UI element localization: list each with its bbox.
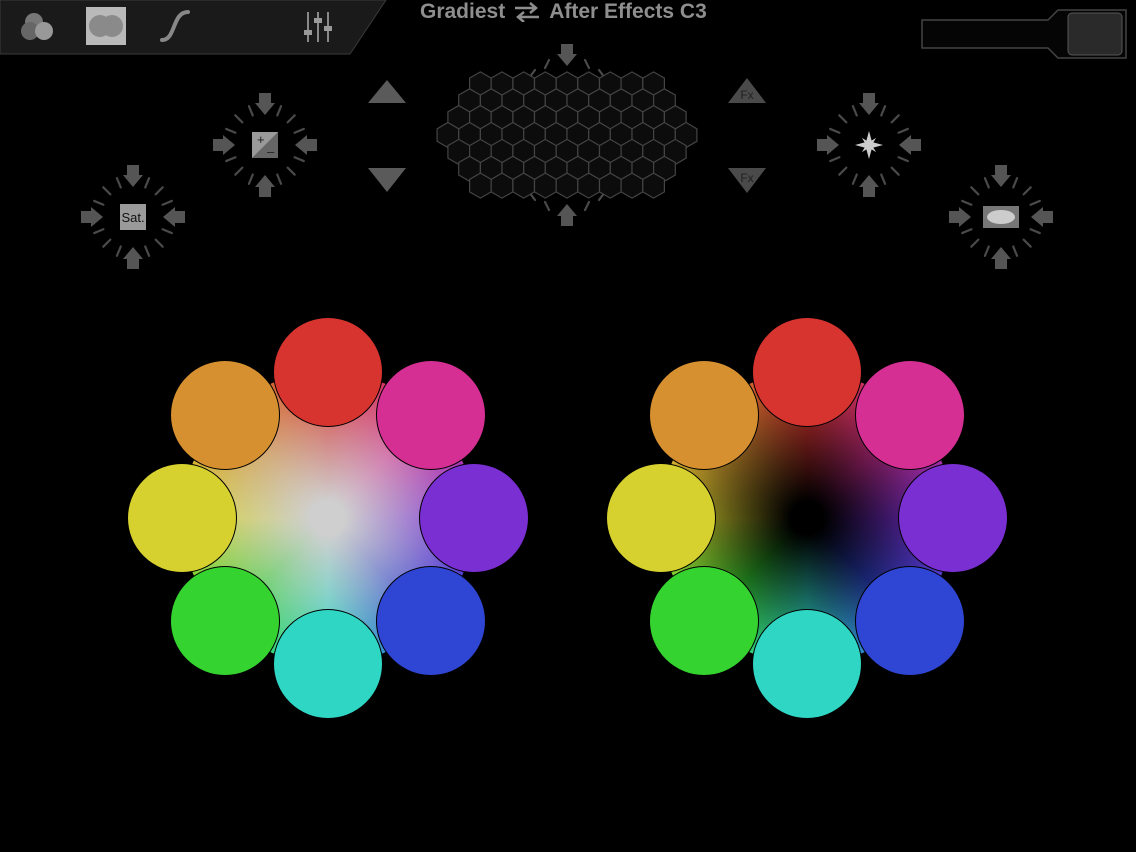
vignette-dial[interactable] — [951, 167, 1051, 267]
exposure-dial[interactable] — [215, 95, 315, 195]
overlapping-circles-icon — [21, 13, 53, 40]
swatch-red[interactable] — [752, 317, 862, 427]
swatch-violet[interactable] — [419, 463, 529, 573]
preset-honeycomb[interactable] — [426, 84, 710, 188]
two-circles-icon — [86, 7, 126, 45]
swatch-magenta[interactable] — [376, 359, 487, 470]
curves-tab[interactable] — [156, 4, 198, 48]
swatch-blue[interactable] — [855, 566, 966, 677]
color-correction-tab[interactable] — [86, 4, 128, 48]
swatch-cyan[interactable] — [752, 609, 862, 719]
swatch-yellow[interactable] — [127, 463, 237, 573]
swatch-blue[interactable] — [376, 566, 487, 677]
swatch-orange[interactable] — [648, 359, 759, 470]
fx-up-button[interactable] — [726, 76, 768, 106]
swatch-red[interactable] — [273, 317, 383, 427]
swatch-orange[interactable] — [169, 359, 280, 470]
source-app-label: Gradiest — [420, 0, 506, 23]
mixer-tab[interactable] — [296, 4, 340, 48]
swatch-green[interactable] — [648, 566, 759, 677]
mix-slider[interactable] — [920, 8, 1128, 62]
swatch-cyan[interactable] — [273, 609, 383, 719]
swap-arrows-icon[interactable] — [513, 2, 541, 22]
swatch-magenta[interactable] — [855, 359, 966, 470]
swatch-green[interactable] — [169, 566, 280, 677]
slider-thumb — [1067, 12, 1123, 56]
blend-mode-tab[interactable] — [14, 4, 64, 48]
fx-down-button[interactable] — [726, 166, 768, 196]
decrease-button[interactable] — [366, 166, 408, 196]
saturation-dial[interactable] — [83, 167, 183, 267]
slider-track — [921, 9, 1127, 59]
tool-tab-bar — [0, 0, 400, 56]
swatch-violet[interactable] — [898, 463, 1008, 573]
target-app-label: After Effects C3 — [549, 0, 707, 23]
s-curve-icon — [160, 10, 190, 42]
swatch-yellow[interactable] — [606, 463, 716, 573]
page-title: Gradiest After Effects C3 — [420, 0, 707, 24]
highlights-dial[interactable] — [819, 95, 919, 195]
increase-button[interactable] — [366, 76, 408, 106]
sliders-icon — [304, 12, 332, 42]
